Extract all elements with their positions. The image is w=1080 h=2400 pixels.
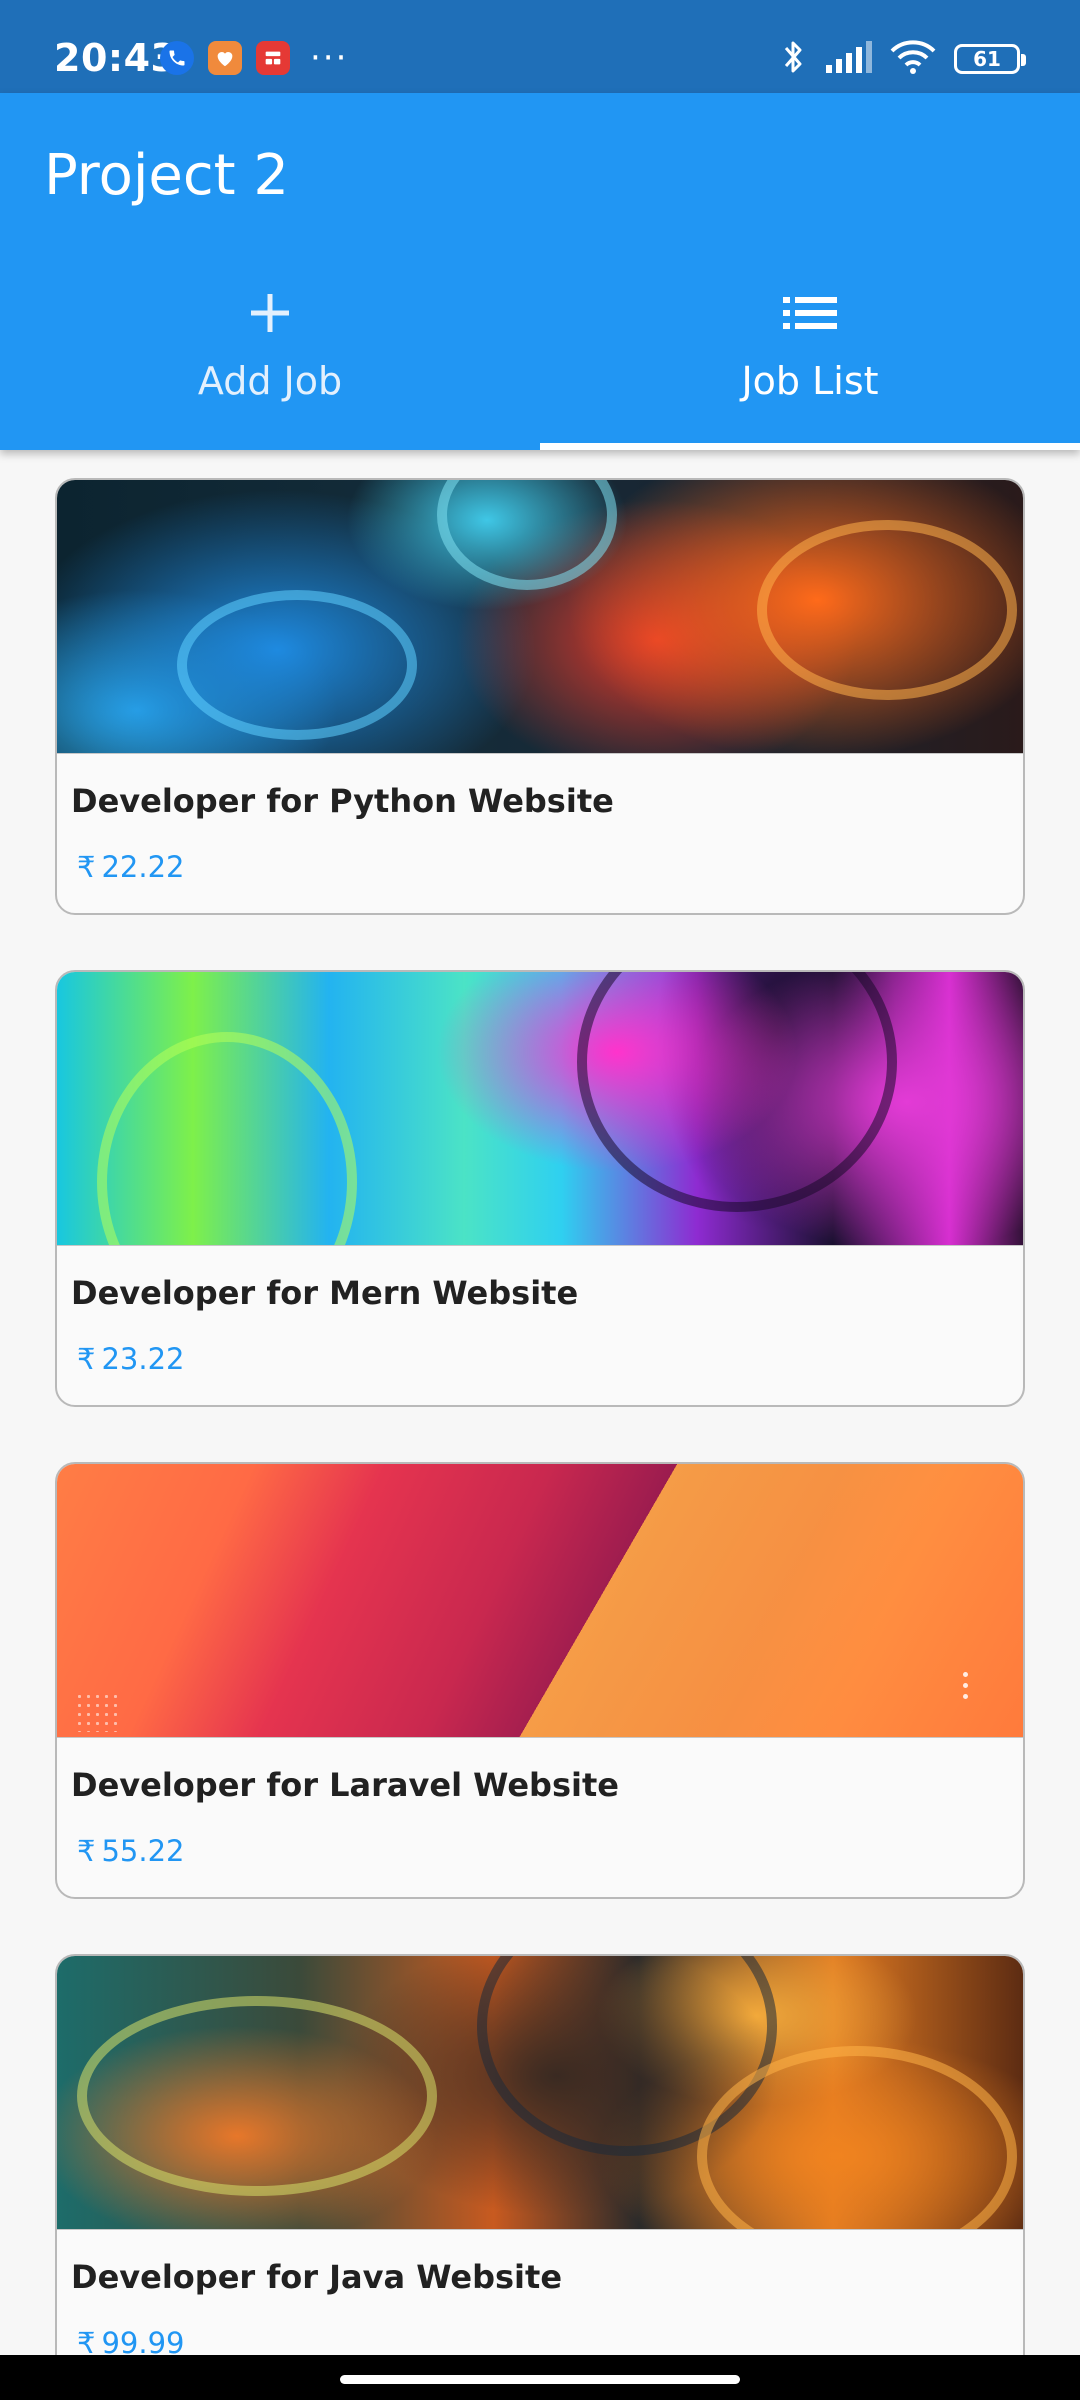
app-notification-icon: [208, 41, 242, 75]
job-image: [57, 480, 1023, 754]
decorative-shape: [437, 480, 617, 590]
tab-bar: Add Job Job List: [0, 271, 1080, 450]
job-price: ₹22.22: [77, 850, 184, 884]
bluetooth-icon: [782, 38, 806, 80]
battery-level: 61: [973, 47, 1001, 71]
job-card[interactable]: Developer for Laravel Website ₹55.22: [55, 1462, 1025, 1899]
job-image: [57, 1956, 1023, 2230]
price-value: 23.22: [101, 1342, 185, 1376]
decorative-shape: [577, 972, 897, 1212]
home-indicator[interactable]: [340, 2375, 740, 2384]
battery-icon: 61: [954, 44, 1026, 74]
job-card[interactable]: Developer for Java Website ₹99.99: [55, 1954, 1025, 2355]
decorative-shape: [77, 1996, 437, 2196]
phone-icon: [160, 41, 194, 75]
app-notification-icon: [256, 41, 290, 75]
tab-label: Add Job: [197, 359, 343, 403]
page-title: Project 2: [44, 143, 290, 208]
decorative-shape: [757, 520, 1017, 700]
system-nav-bar: [0, 2355, 1080, 2400]
job-title: Developer for Python Website: [71, 782, 614, 820]
price-value: 55.22: [101, 1834, 185, 1868]
job-image: [57, 1464, 1023, 1738]
status-bar: 20:43 ··· 61: [0, 0, 1080, 93]
job-title: Developer for Laravel Website: [71, 1766, 619, 1804]
job-card[interactable]: Developer for Python Website ₹22.22: [55, 478, 1025, 915]
currency-symbol: ₹: [77, 2326, 96, 2355]
plus-icon: [0, 291, 540, 335]
more-vert-icon: [963, 1672, 971, 1699]
job-card[interactable]: Developer for Mern Website ₹23.22: [55, 970, 1025, 1407]
currency-symbol: ₹: [77, 1834, 96, 1868]
app-bar: Project 2 Add Job Job List: [0, 93, 1080, 450]
tab-add-job[interactable]: Add Job: [0, 271, 540, 450]
decorative-shape: [97, 1032, 357, 1245]
signal-icon: [824, 41, 872, 77]
job-image: [57, 972, 1023, 1246]
job-price: ₹99.99: [77, 2326, 184, 2355]
decorative-dots: [75, 1692, 121, 1732]
list-icon: [540, 291, 1080, 335]
tab-label: Job List: [741, 359, 879, 403]
active-tab-indicator: [540, 443, 1080, 450]
job-list[interactable]: Developer for Python Website ₹22.22 Deve…: [0, 450, 1080, 2355]
tab-job-list[interactable]: Job List: [540, 271, 1080, 450]
decorative-shape: [177, 590, 417, 740]
job-price: ₹23.22: [77, 1342, 184, 1376]
more-icon: ···: [310, 38, 349, 78]
job-title: Developer for Mern Website: [71, 1274, 579, 1312]
system-icons: 61: [782, 38, 1026, 80]
status-time: 20:43: [54, 36, 178, 80]
job-title: Developer for Java Website: [71, 2258, 563, 2296]
price-value: 99.99: [101, 2326, 185, 2355]
notification-icons: ···: [160, 41, 348, 75]
price-value: 22.22: [101, 850, 185, 884]
job-price: ₹55.22: [77, 1834, 184, 1868]
currency-symbol: ₹: [77, 850, 96, 884]
wifi-icon: [890, 40, 936, 78]
currency-symbol: ₹: [77, 1342, 96, 1376]
